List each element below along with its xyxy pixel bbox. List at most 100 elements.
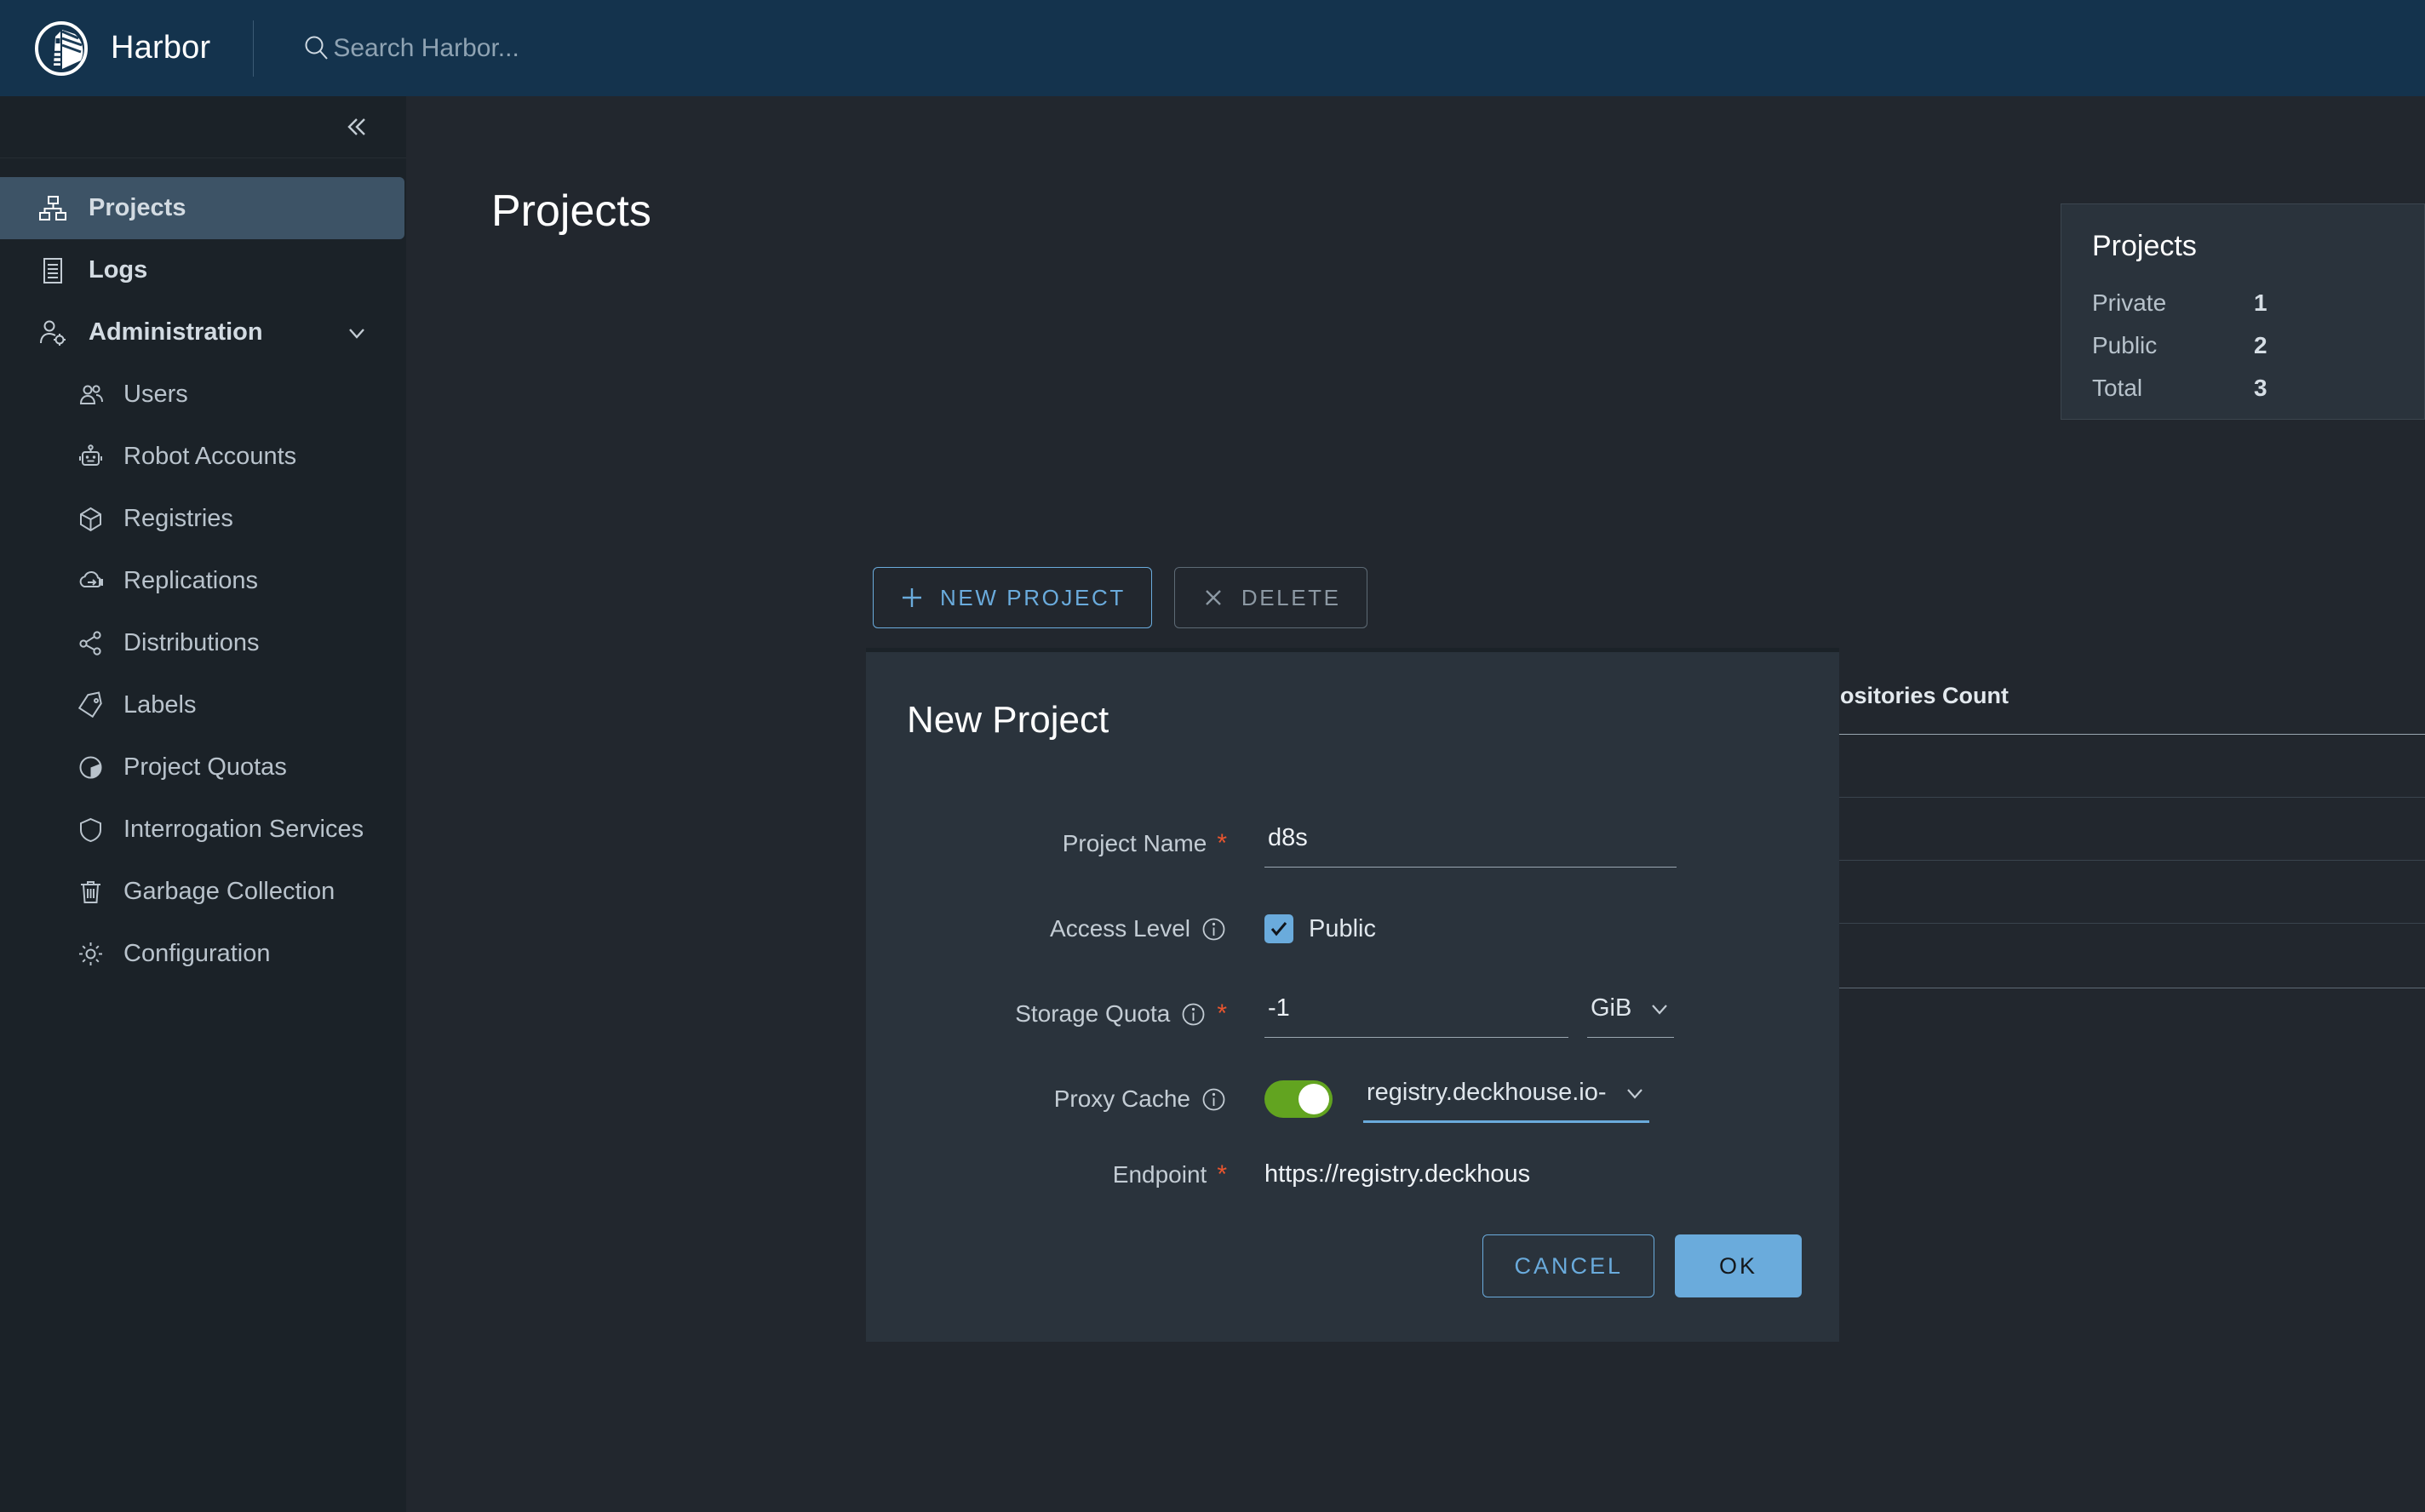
sidebar-collapse-bar: [0, 96, 406, 158]
pie-chart-icon: [77, 753, 105, 782]
tag-icon: [77, 691, 105, 719]
proxy-cache-label-wrap: Proxy Cache: [866, 1075, 1246, 1123]
project-statistics-card: Projects Private 1 Public 2 Total 3: [2061, 203, 2425, 420]
sidebar-item-label: Users: [123, 381, 188, 409]
storage-unit-value: GiB: [1591, 994, 1631, 1022]
cancel-button[interactable]: CANCEL: [1482, 1234, 1654, 1297]
required-asterisk: *: [1217, 1162, 1227, 1188]
access-level-label: Access Level: [1050, 915, 1190, 942]
public-checkbox-label: Public: [1309, 915, 1376, 943]
endpoint-label-wrap: Endpoint *: [866, 1161, 1246, 1188]
double-chevron-left-icon[interactable]: [341, 112, 370, 141]
sidebar-item-label: Logs: [89, 256, 147, 284]
storage-quota-label-wrap: Storage Quota *: [866, 990, 1246, 1038]
storage-quota-field-wrap: GiB: [1246, 990, 1674, 1038]
endpoint-value: https://registry.deckhous: [1246, 1160, 1535, 1188]
project-name-field-wrap: [1246, 820, 1677, 868]
proxy-registry-select[interactable]: registry.deckhouse.io-: [1363, 1075, 1649, 1123]
sidebar-item-label: Project Quotas: [123, 753, 287, 782]
delete-button[interactable]: DELETE: [1174, 567, 1367, 628]
stat-key: Total: [2092, 375, 2254, 402]
project-name-input[interactable]: [1264, 820, 1677, 868]
new-project-form: Project Name * Access Level: [866, 742, 1839, 1188]
public-checkbox-row[interactable]: Public: [1264, 905, 1376, 953]
user-gear-icon: [37, 318, 68, 348]
stat-key: Private: [2092, 289, 2254, 317]
sidebar-item-administration[interactable]: Administration: [0, 301, 406, 364]
dialog-footer: CANCEL OK: [1482, 1234, 1802, 1297]
chevron-down-icon[interactable]: [345, 321, 369, 345]
sidebar-item-robot-accounts[interactable]: Robot Accounts: [0, 426, 406, 488]
chevron-down-icon: [1648, 998, 1671, 1020]
required-asterisk: *: [1217, 831, 1227, 856]
storage-unit-select[interactable]: GiB: [1587, 990, 1674, 1038]
dialog-title: New Project: [866, 652, 1839, 742]
sidebar-item-registries[interactable]: Registries: [0, 488, 406, 550]
sidebar-item-configuration[interactable]: Configuration: [0, 923, 406, 985]
global-search[interactable]: [302, 0, 1099, 96]
proxy-cache-controls: registry.deckhouse.io-: [1264, 1075, 1649, 1123]
required-asterisk: *: [1217, 1001, 1227, 1027]
harbor-lighthouse-logo: [34, 21, 89, 76]
delete-label: DELETE: [1241, 585, 1341, 611]
search-input[interactable]: [333, 34, 1099, 63]
proxy-registry-value: registry.deckhouse.io-: [1367, 1079, 1607, 1107]
storage-quota-label: Storage Quota: [1015, 1000, 1170, 1028]
brand[interactable]: Harbor: [0, 0, 210, 96]
form-row-access-level: Access Level Public: [866, 905, 1839, 953]
sidebar-item-labels[interactable]: Labels: [0, 674, 406, 736]
trash-icon: [77, 878, 105, 906]
storage-quota-input[interactable]: [1264, 990, 1568, 1038]
robot-icon: [77, 443, 105, 471]
access-level-field-wrap: Public: [1246, 905, 1376, 953]
sidebar-item-label: Projects: [89, 194, 186, 222]
proxy-cache-toggle[interactable]: [1264, 1080, 1333, 1118]
stat-card-title: Projects: [2092, 230, 2393, 263]
share-nodes-icon: [77, 629, 105, 657]
sidebar-item-label: Replications: [123, 567, 258, 595]
sidebar-item-distributions[interactable]: Distributions: [0, 612, 406, 674]
sidebar-item-label: Labels: [123, 691, 196, 719]
stat-value: 3: [2254, 375, 2267, 402]
project-name-label-wrap: Project Name *: [866, 820, 1246, 868]
stat-row-public: Public 2: [2092, 324, 2393, 367]
sidebar-item-label: Garbage Collection: [123, 878, 335, 906]
sidebar-item-garbage-collection[interactable]: Garbage Collection: [0, 861, 406, 923]
chevron-down-icon: [1624, 1082, 1646, 1104]
ok-button[interactable]: OK: [1675, 1234, 1802, 1297]
info-icon[interactable]: [1201, 916, 1227, 942]
form-row-endpoint: Endpoint * https://registry.deckhous: [866, 1160, 1839, 1188]
cube-icon: [77, 505, 105, 533]
sidebar-item-label: Interrogation Services: [123, 816, 364, 844]
info-icon[interactable]: [1201, 1086, 1227, 1113]
sidebar-item-logs[interactable]: Logs: [0, 239, 406, 301]
users-group-icon: [77, 381, 105, 409]
sidebar-item-label: Configuration: [123, 940, 271, 968]
sidebar-item-users[interactable]: Users: [0, 364, 406, 426]
plus-icon: [899, 585, 925, 610]
sidebar-item-projects[interactable]: Projects: [0, 177, 404, 239]
stat-value: 2: [2254, 332, 2267, 359]
sidebar-item-interrogation-services[interactable]: Interrogation Services: [0, 799, 406, 861]
sidebar-item-project-quotas[interactable]: Project Quotas: [0, 736, 406, 799]
form-row-project-name: Project Name *: [866, 820, 1839, 868]
logs-list-icon: [37, 255, 68, 286]
stat-row-private: Private 1: [2092, 282, 2393, 324]
proxy-cache-field-wrap: registry.deckhouse.io-: [1246, 1075, 1649, 1123]
new-project-button[interactable]: NEW PROJECT: [873, 567, 1152, 628]
cloud-sync-icon: [77, 567, 105, 595]
info-icon[interactable]: [1180, 1001, 1207, 1028]
sidebar-item-replications[interactable]: Replications: [0, 550, 406, 612]
project-name-label: Project Name: [1063, 830, 1207, 857]
sidebar-nav: Projects Logs Administration: [0, 158, 406, 985]
sidebar-item-label: Robot Accounts: [123, 443, 296, 471]
sidebar-item-label: Registries: [123, 505, 233, 533]
proxy-cache-label: Proxy Cache: [1054, 1085, 1190, 1113]
app-header: Harbor: [0, 0, 2425, 96]
sidebar: Projects Logs Administration: [0, 96, 406, 1512]
new-project-dialog: New Project Project Name * Access Level: [866, 648, 1839, 1342]
public-checkbox[interactable]: [1264, 914, 1293, 943]
endpoint-label: Endpoint: [1113, 1161, 1207, 1188]
header-divider: [253, 20, 254, 77]
new-project-label: NEW PROJECT: [940, 585, 1126, 611]
